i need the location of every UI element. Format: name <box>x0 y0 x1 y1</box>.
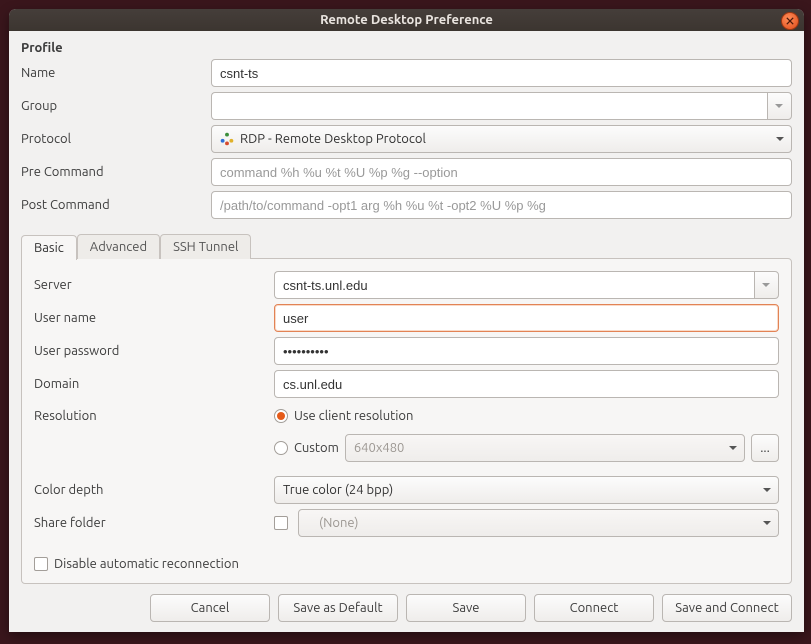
tab-basic[interactable]: Basic <box>21 235 77 260</box>
domain-input[interactable] <box>274 370 779 398</box>
server-label: Server <box>34 278 274 292</box>
precommand-label: Pre Command <box>21 165 211 179</box>
name-label: Name <box>21 66 211 80</box>
resolution-custom-dropdown[interactable]: 640x480 <box>345 434 745 462</box>
preference-window: Remote Desktop Preference Profile Name G… <box>9 9 804 632</box>
server-input[interactable] <box>274 271 754 299</box>
sharefolder-checkbox[interactable] <box>274 516 288 530</box>
resolution-client-radio[interactable] <box>274 409 288 423</box>
window-title: Remote Desktop Preference <box>320 13 493 27</box>
protocol-dropdown[interactable]: RDP - Remote Desktop Protocol <box>211 125 792 153</box>
postcommand-label: Post Command <box>21 198 211 212</box>
tab-advanced[interactable]: Advanced <box>77 234 160 259</box>
name-input[interactable] <box>211 59 792 87</box>
resolution-client-label: Use client resolution <box>294 409 413 423</box>
content-area: Profile Name Group Protocol <box>9 31 804 632</box>
sharefolder-value: (None) <box>319 516 358 530</box>
domain-label: Domain <box>34 377 274 391</box>
resolution-custom-radio[interactable] <box>274 441 288 455</box>
group-input[interactable] <box>211 92 767 120</box>
protocol-value: RDP - Remote Desktop Protocol <box>240 132 767 146</box>
rdp-icon <box>220 132 234 146</box>
group-label: Group <box>21 99 211 113</box>
password-label: User password <box>34 344 274 358</box>
chevron-down-icon <box>763 521 771 525</box>
profile-header: Profile <box>21 41 792 55</box>
tabs: Basic Advanced SSH Tunnel Server User na… <box>21 234 792 584</box>
username-input[interactable] <box>274 304 779 332</box>
tab-ssh-tunnel[interactable]: SSH Tunnel <box>160 234 251 259</box>
disable-reconnect-label: Disable automatic reconnection <box>54 557 239 571</box>
resolution-more-button[interactable]: ... <box>751 434 779 462</box>
sharefolder-dropdown[interactable]: (None) <box>298 509 779 537</box>
group-dropdown-button[interactable] <box>767 92 792 120</box>
chevron-down-icon <box>729 446 737 450</box>
connect-button[interactable]: Connect <box>534 594 654 622</box>
chevron-down-icon <box>775 104 783 108</box>
sharefolder-label: Share folder <box>34 516 274 530</box>
precommand-input[interactable] <box>211 158 792 186</box>
chevron-down-icon <box>762 283 770 287</box>
colordepth-dropdown[interactable]: True color (24 bpp) <box>274 476 779 504</box>
close-icon[interactable] <box>781 12 799 30</box>
postcommand-input[interactable] <box>211 191 792 219</box>
chevron-down-icon <box>776 137 784 141</box>
button-bar: Cancel Save as Default Save Connect Save… <box>21 584 792 622</box>
username-label: User name <box>34 311 274 325</box>
password-input[interactable] <box>274 337 779 365</box>
resolution-custom-label: Custom <box>294 441 339 455</box>
colordepth-value: True color (24 bpp) <box>283 483 754 497</box>
server-dropdown-button[interactable] <box>754 271 779 299</box>
colordepth-label: Color depth <box>34 483 274 497</box>
save-connect-button[interactable]: Save and Connect <box>662 594 792 622</box>
titlebar[interactable]: Remote Desktop Preference <box>9 9 804 31</box>
save-button[interactable]: Save <box>406 594 526 622</box>
tab-panel-basic: Server User name User passwor <box>21 258 792 584</box>
protocol-label: Protocol <box>21 132 211 146</box>
save-default-button[interactable]: Save as Default <box>278 594 398 622</box>
resolution-custom-value: 640x480 <box>354 441 405 455</box>
cancel-button[interactable]: Cancel <box>150 594 270 622</box>
disable-reconnect-checkbox[interactable] <box>34 557 48 571</box>
chevron-down-icon <box>763 488 771 492</box>
resolution-label: Resolution <box>34 409 274 423</box>
